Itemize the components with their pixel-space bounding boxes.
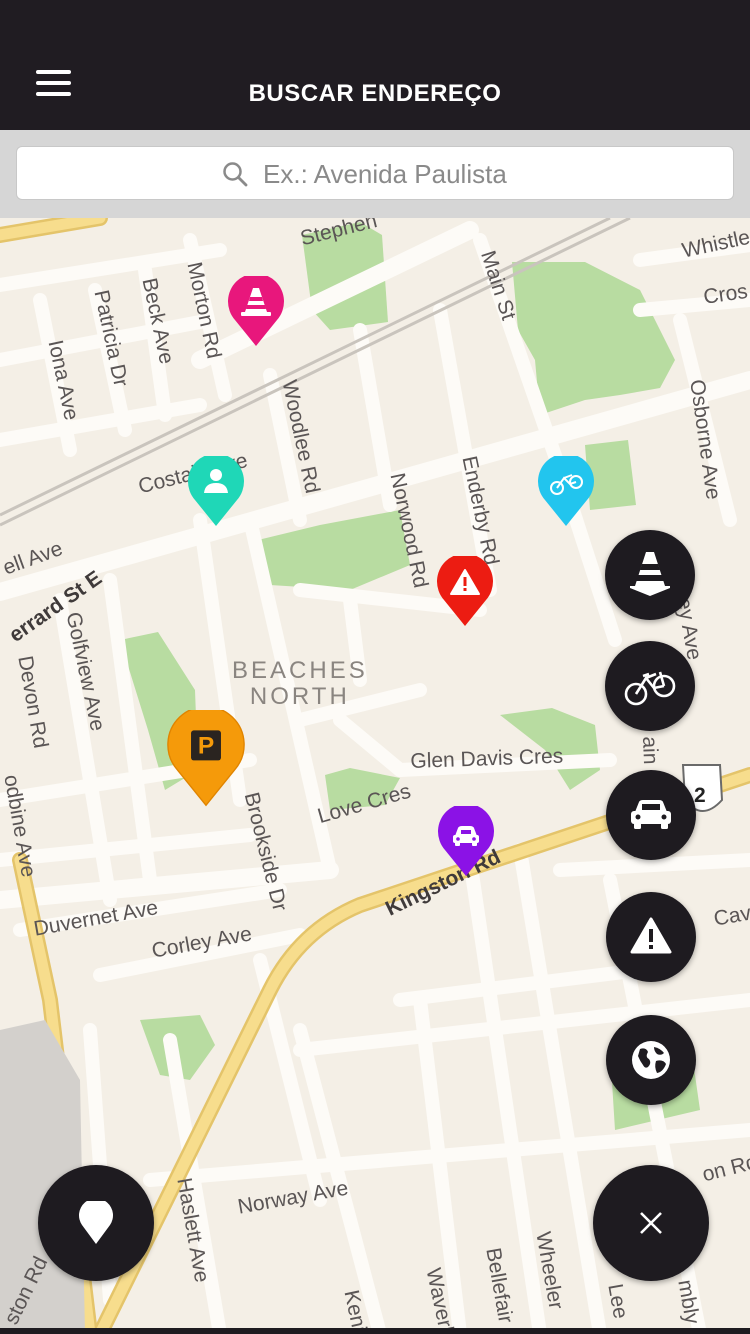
filter-alert-button[interactable]	[606, 892, 696, 982]
location-button[interactable]	[38, 1165, 154, 1281]
parking-icon: P	[191, 730, 221, 761]
street-label: ain	[638, 736, 662, 765]
warning-icon	[630, 917, 672, 954]
bottom-border	[0, 1328, 750, 1334]
top-bar: BUSCAR ENDEREÇO	[0, 0, 750, 130]
search-box[interactable]	[16, 146, 734, 200]
parking-pin[interactable]: P	[166, 710, 246, 808]
filter-construction-button[interactable]	[605, 530, 695, 620]
pedestrian-pin[interactable]	[187, 456, 245, 528]
car-icon	[631, 800, 671, 829]
search-icon	[223, 162, 248, 187]
search-input[interactable]	[261, 153, 725, 195]
map-view[interactable]: Stephen Whistle Cros Main St Morton Rd B…	[0, 218, 750, 1334]
globe-icon	[632, 1041, 670, 1079]
location-pin-icon	[79, 1201, 113, 1244]
bicycle-pin[interactable]	[537, 456, 595, 528]
close-icon	[640, 1212, 662, 1234]
filter-car-button[interactable]	[606, 770, 696, 860]
highway-shield-label: 2	[694, 784, 706, 807]
filter-bicycle-button[interactable]	[605, 641, 695, 731]
filter-globe-button[interactable]	[606, 1015, 696, 1105]
bicycle-icon	[624, 671, 676, 706]
search-bar	[0, 130, 750, 218]
alert-pin[interactable]	[436, 556, 494, 628]
neighborhood-label: BEACHES NORTH	[232, 657, 368, 710]
car-pin[interactable]	[437, 806, 495, 878]
construction-pin[interactable]	[227, 276, 285, 348]
close-button[interactable]	[593, 1165, 709, 1281]
traffic-cone-icon	[630, 552, 670, 596]
page-title: BUSCAR ENDEREÇO	[248, 80, 502, 107]
svg-text:P: P	[198, 733, 214, 760]
